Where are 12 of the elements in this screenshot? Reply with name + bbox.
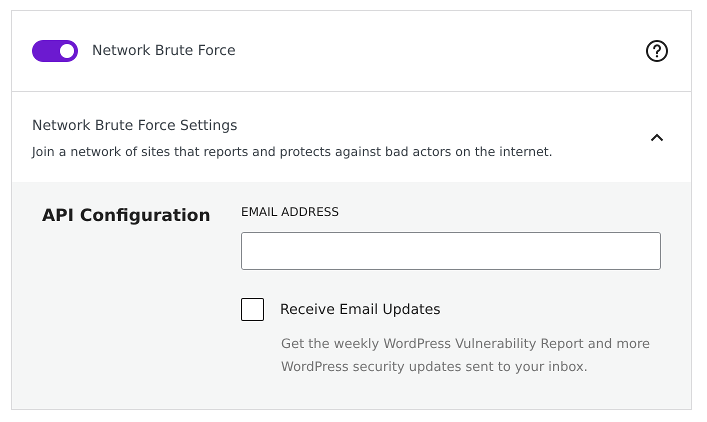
section-description: Join a network of sites that reports and protects against bad actors on the internet. (32, 144, 554, 158)
module-title: Network Brute Force (92, 43, 237, 59)
chevron-icon[interactable] (650, 132, 664, 142)
checkbox[interactable] (241, 298, 264, 321)
toggle-switch[interactable] (32, 40, 78, 62)
checkbox-hint: Get the weekly WordPress Vulnerability Report and more WordPress security updates sent to your inbox. (281, 336, 652, 377)
section-heading: API Configuration (42, 205, 212, 228)
email-field[interactable] (241, 232, 661, 270)
section-title: Network Brute Force Settings (32, 118, 238, 134)
help-icon[interactable] (645, 39, 669, 63)
field-label: EMAIL ADDRESS (241, 204, 340, 220)
checkbox-label: Receive Email Updates (280, 302, 441, 318)
